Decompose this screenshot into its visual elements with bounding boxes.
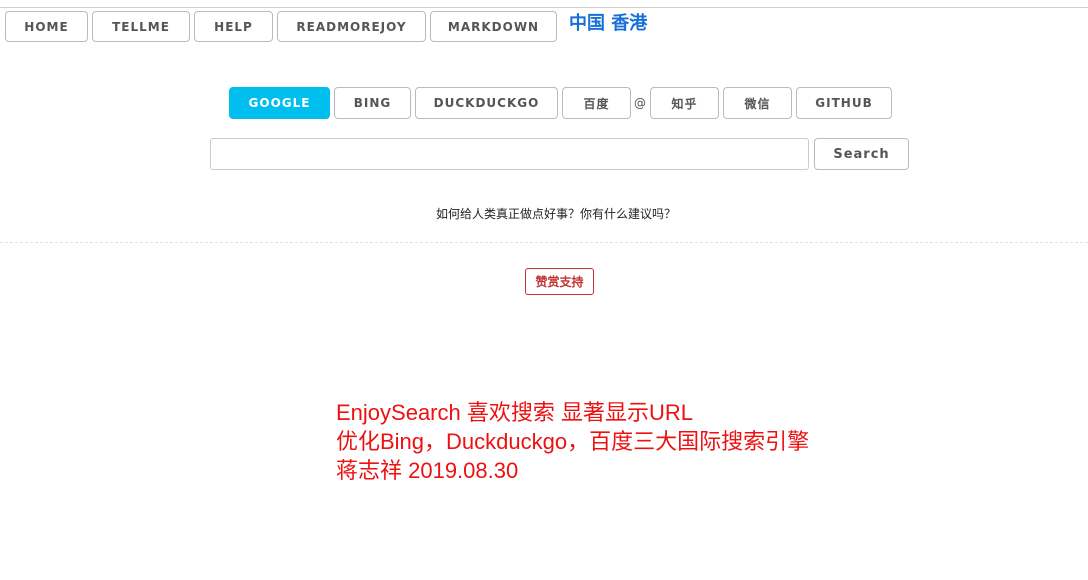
top-divider — [0, 7, 1088, 8]
engine-weixin-button[interactable]: 微信 — [723, 87, 792, 119]
engine-zhihu-button[interactable]: 知乎 — [650, 87, 719, 119]
notes-block: EnjoySearch 喜欢搜索 显著显示URL 优化Bing，Duckduck… — [336, 398, 809, 485]
engine-duckduckgo-button[interactable]: DUCKDUCKGO — [415, 87, 558, 119]
nav-readmorejoy-button[interactable]: READMOREJOY — [277, 11, 426, 42]
search-button[interactable]: Search — [814, 138, 909, 170]
notes-line-2: 优化Bing，Duckduckgo，百度三大国际搜索引擎 — [336, 429, 810, 454]
donate-button[interactable]: 赞赏支持 — [525, 268, 594, 295]
nav-tellme-button[interactable]: TELLME — [92, 11, 190, 42]
question-text: 如何给人类真正做点好事？你有什么建议吗？ — [435, 207, 676, 221]
engine-bing-button[interactable]: BING — [334, 87, 411, 119]
engine-baidu-button[interactable]: 百度 — [562, 87, 631, 119]
nav-help-button[interactable]: HELP — [194, 11, 273, 42]
engine-github-button[interactable]: GITHUB — [796, 87, 892, 119]
notes-line-3: 蒋志祥 2019.08.30 — [336, 458, 519, 483]
top-nav: HOME TELLME HELP READMOREJOY MARKDOWN 中国… — [5, 11, 647, 42]
section-divider — [0, 242, 1088, 243]
region-label: 中国 香港 — [569, 12, 648, 34]
search-input[interactable] — [210, 138, 809, 170]
nav-markdown-button[interactable]: MARKDOWN — [430, 11, 557, 42]
at-separator: @ — [634, 96, 646, 110]
engine-google-button[interactable]: GOOGLE — [229, 87, 330, 119]
engine-selector: GOOGLE BING DUCKDUCKGO 百度 @ 知乎 微信 GITHUB — [229, 87, 896, 119]
nav-home-button[interactable]: HOME — [5, 11, 88, 42]
notes-line-1: EnjoySearch 喜欢搜索 显著显示URL — [336, 400, 693, 425]
